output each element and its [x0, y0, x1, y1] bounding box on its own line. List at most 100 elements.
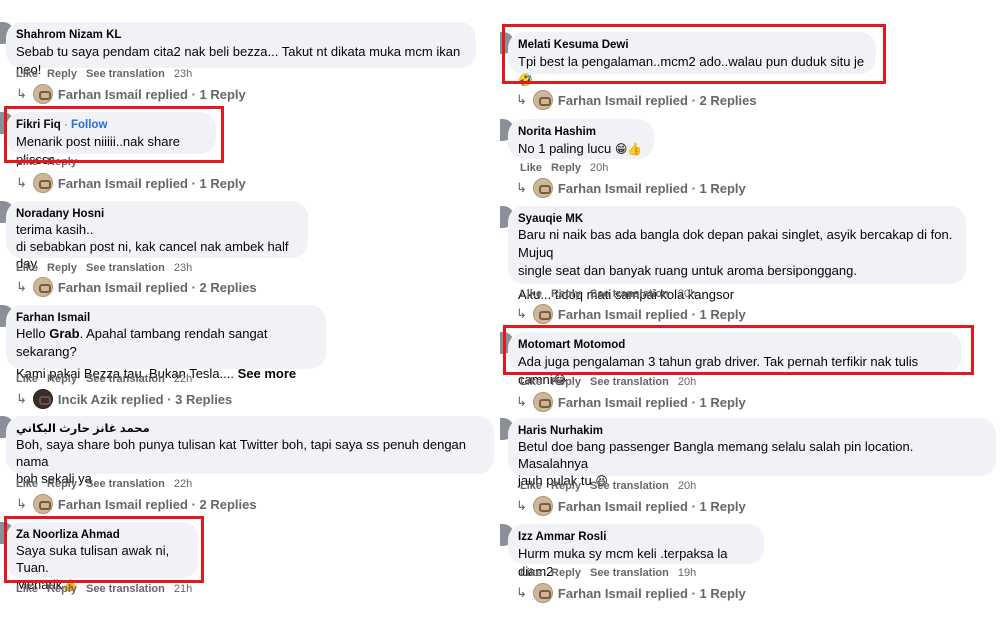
- replies-text: Farhan Ismail replied · 1 Reply: [557, 306, 746, 322]
- comment-author[interactable]: محمد غانز حارث البكاني: [16, 422, 484, 436]
- comment-bubble: Syauqie MK Baru ni naik bas ada bangla d…: [508, 206, 966, 302]
- reply-button[interactable]: Reply: [47, 583, 77, 595]
- replies-text: Farhan Ismail replied · 2 Replies: [57, 496, 257, 512]
- replies-text: Farhan Ismail replied · 1 Reply: [557, 394, 746, 410]
- comment-author[interactable]: Farhan Ismail: [16, 311, 316, 325]
- replies-link[interactable]: ↳ Farhan Ismail replied · 1 Reply: [16, 84, 246, 104]
- comment-timestamp[interactable]: 20h: [678, 376, 696, 388]
- comment-text-line: Boh, saya share boh punya tulisan kat Tw…: [16, 437, 467, 469]
- reply-button[interactable]: Reply: [551, 288, 581, 300]
- comment-bubble: Norita Hashim No 1 paling lucu 😁👍: [508, 119, 654, 159]
- see-translation-link[interactable]: See translation: [86, 262, 165, 274]
- comment-text-line: No 1 paling lucu 😁👍: [518, 141, 643, 156]
- see-more-link[interactable]: See more: [238, 366, 297, 381]
- replies-link[interactable]: ↳ Farhan Ismail replied · 1 Reply: [516, 304, 746, 324]
- comment-text-line: terima kasih..: [16, 222, 94, 237]
- replies-link[interactable]: ↳ Farhan Ismail replied · 2 Replies: [16, 277, 257, 297]
- see-translation-link[interactable]: See translation: [590, 376, 669, 388]
- reply-button[interactable]: Reply: [551, 480, 581, 492]
- comment-timestamp[interactable]: 23h: [174, 262, 192, 274]
- replies-text: Farhan Ismail replied · 2 Replies: [57, 279, 257, 295]
- like-button[interactable]: Like: [520, 480, 542, 492]
- comment-timestamp[interactable]: 20h: [590, 162, 608, 174]
- comment-text-line: Betul doe bang passenger Bangla memang s…: [518, 439, 914, 471]
- replier-avatar: [32, 84, 53, 104]
- comment-actions: Like Reply See translation 22h: [16, 373, 201, 385]
- reply-arrow-icon: ↳: [516, 394, 527, 409]
- replier-avatar: [32, 389, 53, 409]
- reply-button[interactable]: Reply: [551, 162, 581, 174]
- reply-arrow-icon: ↳: [516, 92, 527, 107]
- like-button[interactable]: Like: [16, 373, 38, 385]
- like-button[interactable]: Like: [16, 478, 38, 490]
- replier-avatar: [532, 392, 553, 412]
- replies-link[interactable]: ↳ Incik Azik replied · 3 Replies: [16, 389, 232, 409]
- see-translation-link[interactable]: See translation: [590, 480, 669, 492]
- comment-author[interactable]: Norita Hashim: [518, 125, 644, 139]
- replier-avatar: [32, 494, 53, 514]
- see-translation-link[interactable]: See translation: [86, 583, 165, 595]
- replies-link[interactable]: ↳ Farhan Ismail replied · 2 Replies: [516, 90, 757, 110]
- see-translation-link[interactable]: See translation: [86, 373, 165, 385]
- comment-bubble: Shahrom Nizam KL Sebab tu saya pendam ci…: [6, 22, 476, 77]
- comment-timestamp[interactable]: 20h: [678, 480, 696, 492]
- like-button[interactable]: Like: [520, 162, 542, 174]
- grin-thumbs-up-icon: 😁👍: [614, 142, 643, 156]
- see-translation-link[interactable]: See translation: [86, 478, 165, 490]
- like-button[interactable]: Like: [520, 376, 542, 388]
- see-translation-link[interactable]: See translation: [86, 68, 165, 80]
- like-button[interactable]: Like: [16, 583, 38, 595]
- comment-timestamp[interactable]: 23h: [174, 68, 192, 80]
- see-translation-link[interactable]: See translation: [590, 567, 669, 579]
- comment-timestamp[interactable]: 22h: [174, 478, 192, 490]
- replier-avatar: [532, 583, 553, 603]
- like-button[interactable]: Like: [520, 567, 542, 579]
- replies-link[interactable]: ↳ Farhan Ismail replied · 1 Reply: [16, 173, 246, 193]
- replier-avatar: [532, 304, 553, 324]
- reply-button[interactable]: Reply: [47, 373, 77, 385]
- replies-link[interactable]: ↳ Farhan Ismail replied · 2 Replies: [16, 494, 257, 514]
- comment-timestamp[interactable]: 21h: [174, 583, 192, 595]
- comment-actions: Like Reply 20h: [520, 162, 617, 174]
- highlight-box: [4, 106, 224, 163]
- comment-author[interactable]: Izz Ammar Rosli: [518, 530, 754, 544]
- replies-link[interactable]: ↳ Farhan Ismail replied · 1 Reply: [516, 392, 746, 412]
- comment-timestamp[interactable]: 22h: [174, 373, 192, 385]
- replies-link[interactable]: ↳ Farhan Ismail replied · 1 Reply: [516, 496, 746, 516]
- comment-author[interactable]: Haris Nurhakim: [518, 424, 986, 438]
- comment-timestamp[interactable]: 20h: [678, 288, 696, 300]
- like-button[interactable]: Like: [16, 68, 38, 80]
- replies-link[interactable]: ↳ Farhan Ismail replied · 1 Reply: [516, 178, 746, 198]
- reply-button[interactable]: Reply: [47, 68, 77, 80]
- replies-text: Farhan Ismail replied · 1 Reply: [57, 175, 246, 191]
- reply-arrow-icon: ↳: [16, 86, 27, 101]
- reply-arrow-icon: ↳: [16, 496, 27, 511]
- comment-bubble: Noradany Hosni terima kasih.. di sebabka…: [6, 201, 308, 271]
- mention-link[interactable]: Grab: [49, 326, 79, 341]
- replier-avatar: [532, 90, 553, 110]
- comment-text-line: single seat dan banyak ruang untuk aroma…: [518, 263, 857, 278]
- like-button[interactable]: Like: [16, 262, 38, 274]
- reply-button[interactable]: Reply: [47, 262, 77, 274]
- comment-bubble: Izz Ammar Rosli Hurm muka sy mcm keli .t…: [508, 524, 764, 579]
- comment-author[interactable]: Shahrom Nizam KL: [16, 28, 466, 42]
- comment-actions: Like Reply See translation 20h: [520, 288, 705, 300]
- replies-link[interactable]: ↳ Farhan Ismail replied · 1 Reply: [516, 583, 746, 603]
- reply-button[interactable]: Reply: [551, 567, 581, 579]
- reply-arrow-icon: ↳: [516, 498, 527, 513]
- see-translation-link[interactable]: See translation: [590, 288, 669, 300]
- replies-text: Farhan Ismail replied · 1 Reply: [557, 498, 746, 514]
- comment-author[interactable]: Syauqie MK: [518, 212, 956, 226]
- reply-button[interactable]: Reply: [47, 478, 77, 490]
- replies-text: Farhan Ismail replied · 1 Reply: [57, 86, 246, 102]
- comment-actions: Like Reply See translation 19h: [520, 567, 705, 579]
- replier-avatar: [32, 277, 53, 297]
- replier-avatar: [532, 496, 553, 516]
- highlight-box: [502, 24, 886, 84]
- reply-button[interactable]: Reply: [551, 376, 581, 388]
- comment-author[interactable]: Noradany Hosni: [16, 207, 298, 221]
- comment-timestamp[interactable]: 19h: [678, 567, 696, 579]
- comment-actions: Like Reply See translation 23h: [16, 68, 201, 80]
- like-button[interactable]: Like: [520, 288, 542, 300]
- reply-arrow-icon: ↳: [516, 180, 527, 195]
